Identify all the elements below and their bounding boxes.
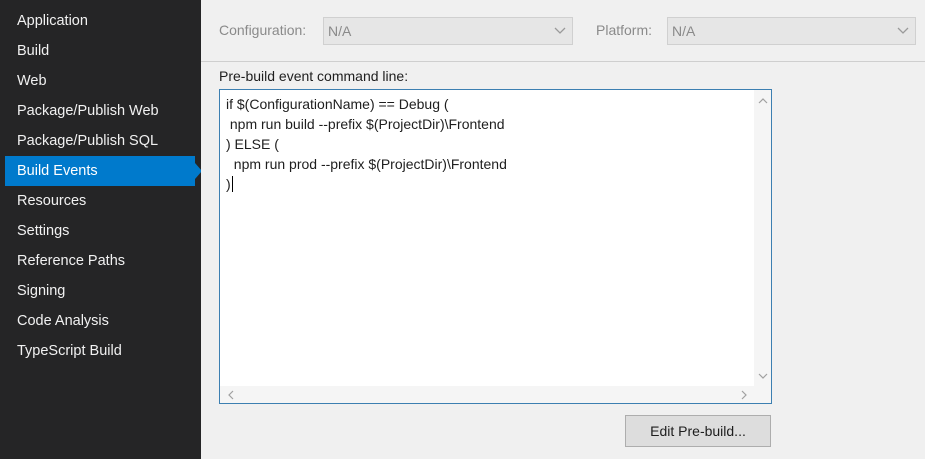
chevron-down-icon[interactable] (754, 367, 771, 384)
prebuild-command-editor[interactable]: if $(ConfigurationName) == Debug ( npm r… (219, 89, 772, 404)
platform-value: N/A (672, 23, 696, 39)
code-line-text: npm run build --prefix $(ProjectDir)\Fro… (226, 116, 505, 132)
sidebar-nav: Application Build Web Package/Publish Web Pa… (0, 0, 202, 459)
text-caret (231, 176, 233, 192)
chevron-down-icon (897, 18, 909, 44)
sidebar-item-package-publish-web[interactable]: Package/Publish Web (0, 96, 201, 126)
code-line-text: if $(ConfigurationName) == Debug ( (226, 96, 449, 112)
code-line-text: npm run prod --prefix $(ProjectDir)\Fron… (226, 156, 507, 172)
platform-dropdown[interactable]: N/A (667, 17, 916, 45)
configuration-label: Configuration: (219, 22, 307, 38)
chevron-right-icon[interactable] (735, 386, 752, 403)
prebuild-command-text[interactable]: if $(ConfigurationName) == Debug ( npm r… (226, 94, 507, 194)
chevron-down-icon (554, 18, 566, 44)
scrollbar-corner (754, 386, 771, 403)
chevron-up-icon[interactable] (754, 92, 771, 109)
sidebar-item-signing[interactable]: Signing (0, 276, 201, 306)
configuration-value: N/A (328, 23, 352, 39)
code-line: ) (226, 174, 507, 194)
prebuild-command-label: Pre-build event command line: (219, 68, 409, 84)
config-toolbar: Configuration: N/A Platform: N/A (201, 0, 925, 62)
sidebar-item-build[interactable]: Build (0, 36, 201, 66)
sidebar-item-application[interactable]: Application (0, 6, 201, 36)
vertical-scrollbar[interactable] (754, 90, 771, 386)
sidebar-item-web[interactable]: Web (0, 66, 201, 96)
sidebar-item-build-events[interactable]: Build Events (5, 156, 202, 186)
code-line: ) ELSE ( (226, 134, 507, 154)
chevron-left-icon[interactable] (222, 386, 239, 403)
configuration-dropdown[interactable]: N/A (323, 17, 573, 45)
sidebar-item-reference-paths[interactable]: Reference Paths (0, 246, 201, 276)
code-line-text: ) (226, 176, 231, 192)
sidebar-item-package-publish-sql[interactable]: Package/Publish SQL (0, 126, 201, 156)
code-line: if $(ConfigurationName) == Debug ( (226, 94, 507, 114)
horizontal-scrollbar[interactable] (220, 386, 754, 403)
platform-label: Platform: (596, 22, 653, 38)
code-line: npm run build --prefix $(ProjectDir)\Fro… (226, 114, 507, 134)
sidebar-item-settings[interactable]: Settings (0, 216, 201, 246)
sidebar-item-resources[interactable]: Resources (0, 186, 201, 216)
code-line-text: ) ELSE ( (226, 136, 279, 152)
code-line: npm run prod --prefix $(ProjectDir)\Fron… (226, 154, 507, 174)
main-panel: Configuration: N/A Platform: N/A Pre-bui… (201, 0, 925, 459)
edit-prebuild-button[interactable]: Edit Pre-build... (625, 415, 771, 447)
sidebar-item-code-analysis[interactable]: Code Analysis (0, 306, 201, 336)
sidebar-item-typescript-build[interactable]: TypeScript Build (0, 336, 201, 366)
